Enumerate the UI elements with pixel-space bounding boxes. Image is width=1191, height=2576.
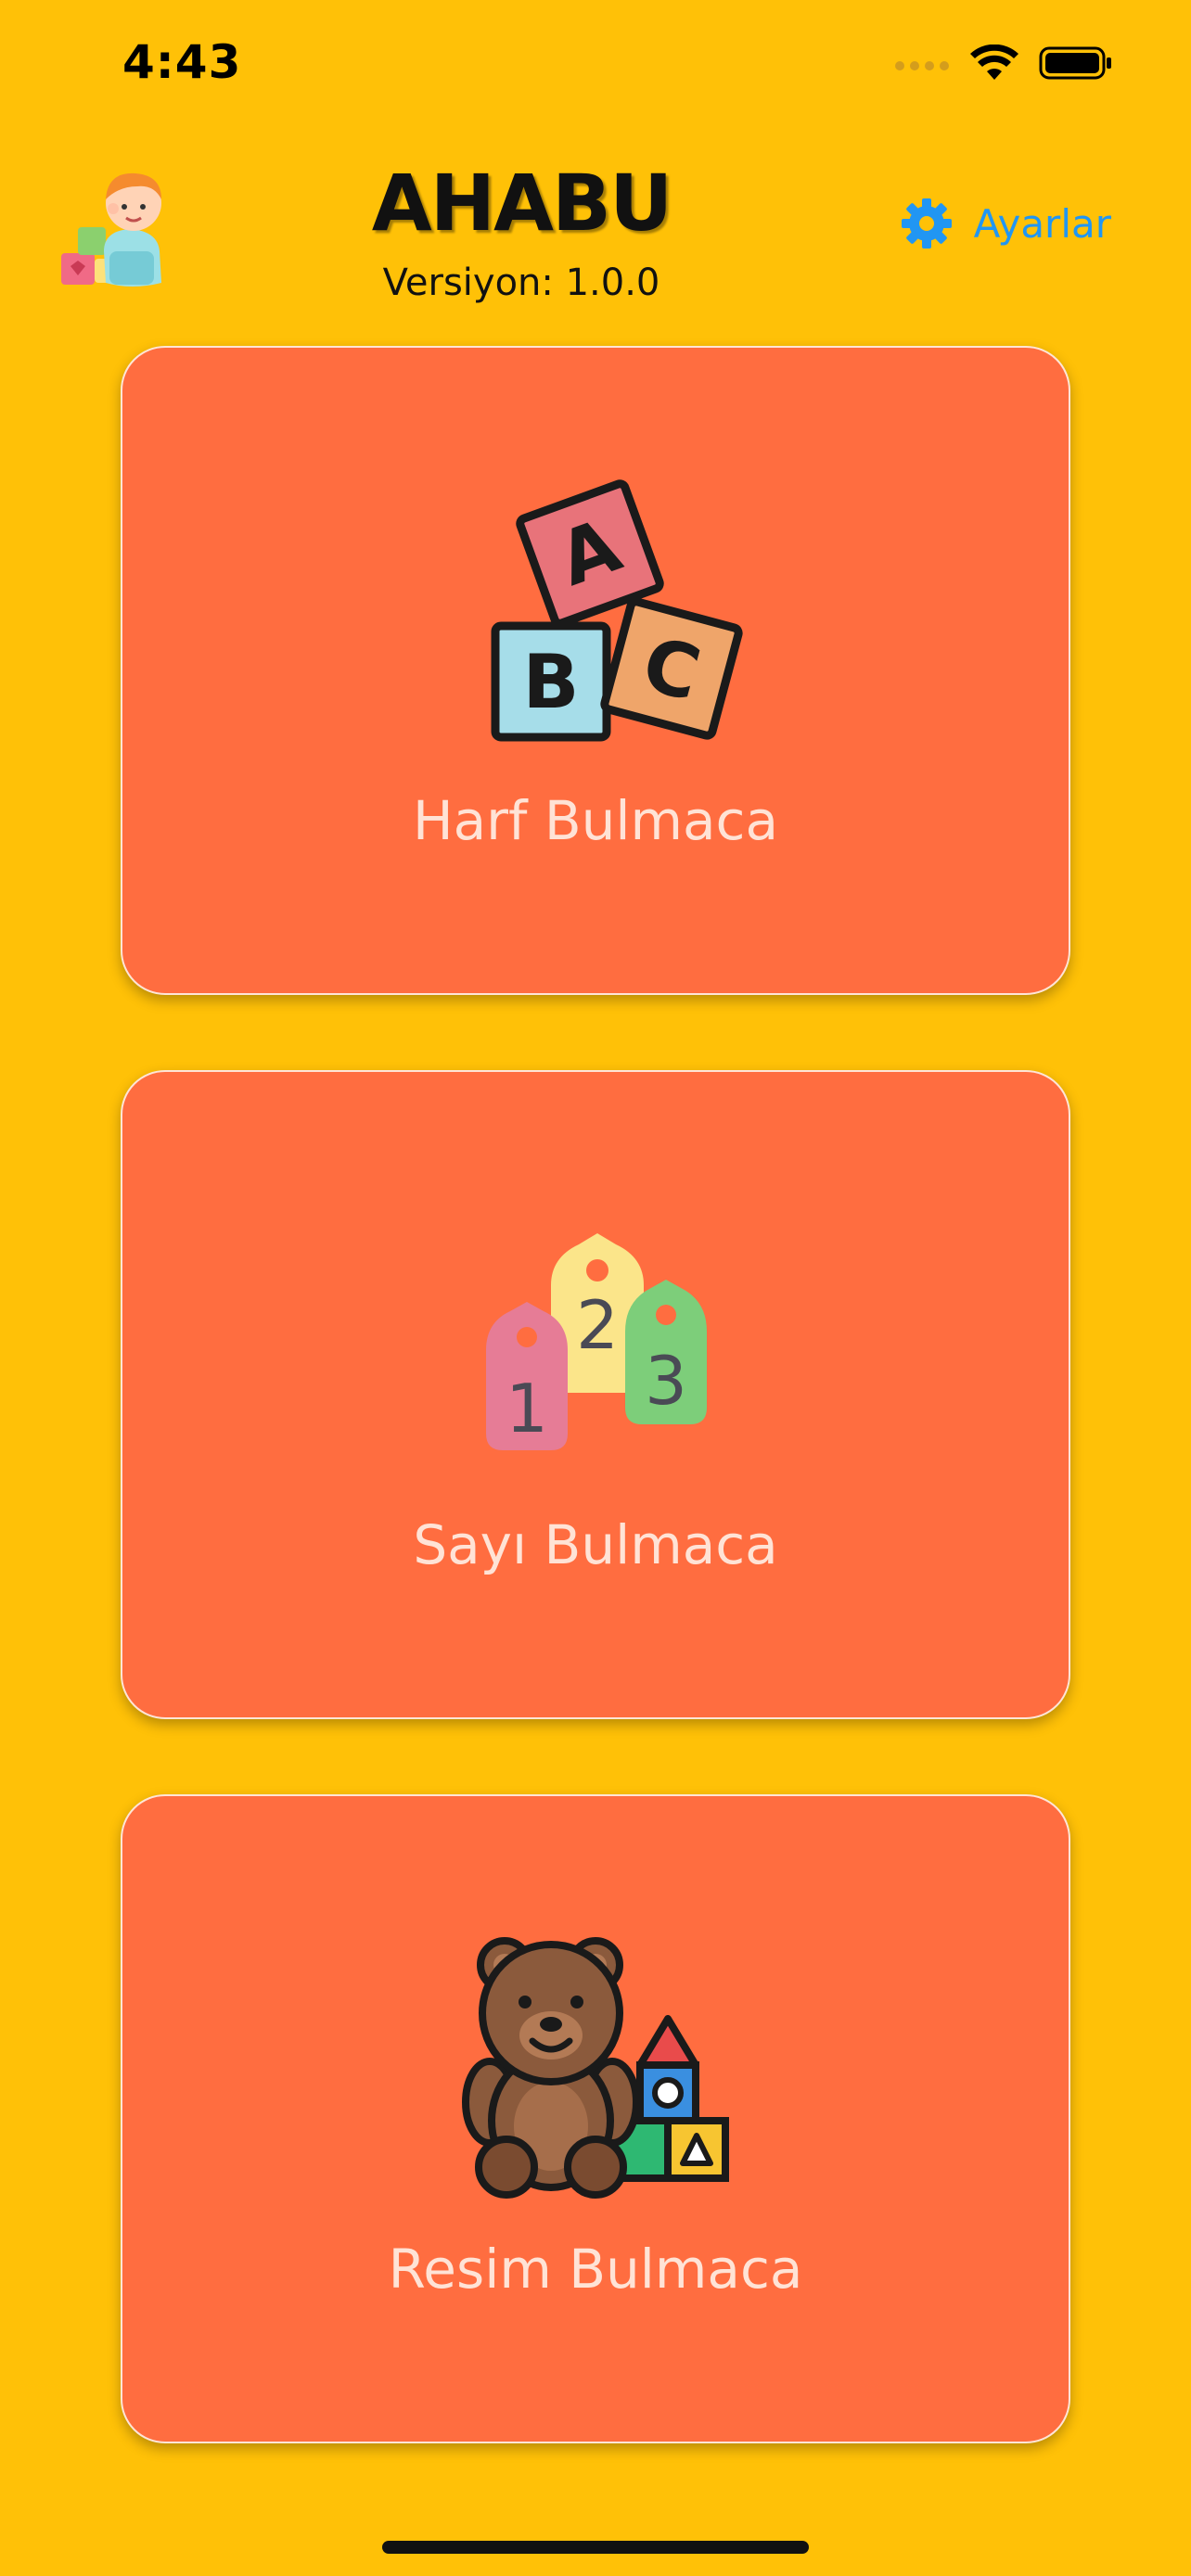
letter-puzzle-card[interactable]: A B C Harf Bulmaca	[121, 346, 1070, 995]
version-label: Versiyon: 1.0.0	[382, 261, 660, 304]
home-indicator[interactable]	[382, 2541, 809, 2554]
status-time: 4:43	[122, 35, 242, 89]
app-header: AHABU Versiyon: 1.0.0 Ayarlar	[0, 130, 1191, 334]
settings-button[interactable]: Ayarlar	[900, 197, 1111, 250]
battery-icon	[1039, 46, 1111, 80]
gear-icon	[901, 198, 952, 249]
status-indicators	[894, 45, 1113, 82]
card-label: Sayı Bulmaca	[413, 1513, 778, 1576]
app-title: AHABU	[371, 158, 673, 249]
svg-text:3: 3	[645, 1342, 687, 1420]
svg-text:1: 1	[506, 1370, 548, 1447]
svg-text:2: 2	[576, 1286, 619, 1364]
status-bar: 4:43	[0, 0, 1191, 130]
teddy-bear-toys-icon	[462, 1937, 729, 2199]
number-tags-icon: 2 3 1	[486, 1233, 707, 1450]
settings-label: Ayarlar	[973, 200, 1111, 247]
cellular-signal-icon	[895, 61, 949, 70]
svg-text:B: B	[523, 639, 580, 725]
picture-puzzle-card[interactable]: Resim Bulmaca	[121, 1794, 1070, 2443]
card-label: Resim Bulmaca	[388, 2238, 803, 2301]
abc-blocks-icon: A B C	[491, 479, 743, 742]
card-label: Harf Bulmaca	[413, 789, 778, 852]
number-puzzle-card[interactable]: 2 3 1 Sayı Bulmaca	[121, 1070, 1070, 1719]
wifi-icon	[970, 45, 1018, 80]
